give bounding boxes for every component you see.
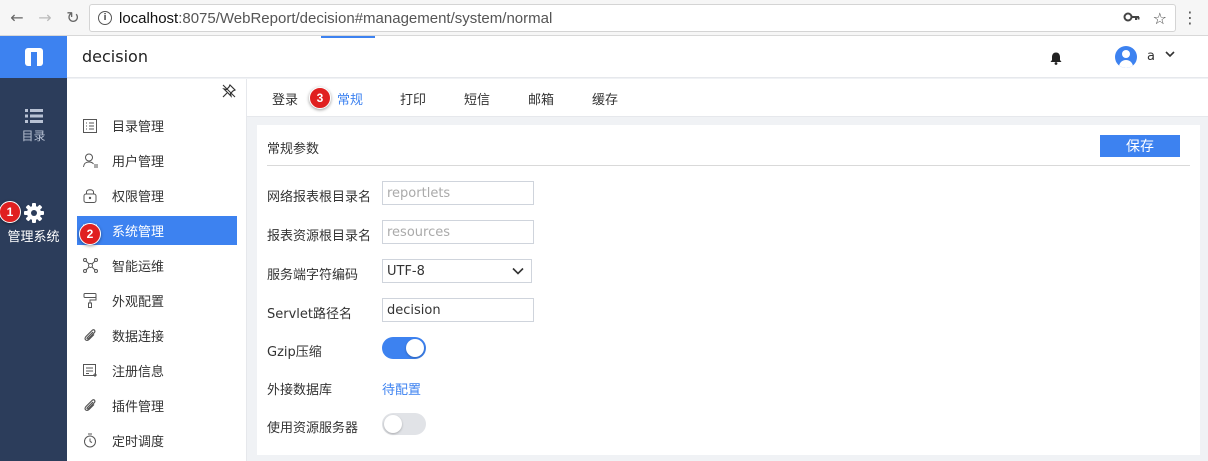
sidebar-item-data-connection[interactable]: 数据连接: [77, 321, 237, 350]
save-button[interactable]: 保存: [1100, 135, 1180, 157]
app-header: decision a: [67, 36, 1208, 78]
report-root-label: 网络报表根目录名: [267, 190, 372, 205]
sidebar-item-scheduling[interactable]: 定时调度: [77, 426, 237, 455]
paperclip-icon: [81, 327, 99, 345]
url-text: localhost:8075/WebReport/decision#manage…: [119, 9, 553, 27]
sidebar-item-registration[interactable]: 注册信息: [77, 356, 237, 385]
active-tab-indicator: [321, 36, 375, 38]
tab-sms[interactable]: 短信: [464, 89, 490, 108]
back-button[interactable]: ←: [6, 7, 28, 29]
bell-icon[interactable]: [1050, 52, 1062, 65]
key-icon[interactable]: [1123, 9, 1141, 29]
servlet-label: Servlet路径名: [267, 307, 352, 322]
settings-tabs: 登录 常规 打印 短信 邮箱 缓存: [247, 79, 1208, 117]
user-name[interactable]: a: [1147, 49, 1155, 64]
avatar[interactable]: [1115, 46, 1137, 68]
annotation-badge-3: 3: [309, 87, 331, 109]
list-icon: [24, 109, 43, 123]
network-icon: [81, 257, 99, 275]
tab-print[interactable]: 打印: [400, 89, 426, 108]
sidebar-item-directory[interactable]: 目录管理: [77, 111, 237, 140]
reload-button[interactable]: ↻: [62, 7, 84, 29]
sidebar-item-permissions[interactable]: 权限管理: [77, 181, 237, 210]
nav-item-directory[interactable]: 目录: [0, 108, 67, 144]
encoding-select[interactable]: UTF-8: [382, 259, 532, 283]
app-title: decision: [82, 47, 148, 66]
tab-login[interactable]: 登录: [272, 89, 298, 108]
resource-server-toggle[interactable]: [382, 413, 426, 435]
info-icon[interactable]: i: [98, 11, 112, 25]
servlet-input[interactable]: decision: [382, 298, 534, 322]
sidebar-item-plugins[interactable]: 插件管理: [77, 391, 237, 420]
directory-icon: [81, 117, 99, 135]
sidebar-item-users[interactable]: 用户管理: [77, 146, 237, 175]
divider: [267, 165, 1190, 166]
forward-button[interactable]: →: [34, 7, 56, 29]
chevron-down-icon: [512, 267, 524, 275]
resource-root-input[interactable]: resources: [382, 220, 534, 244]
annotation-badge-1: 1: [0, 201, 21, 223]
sidebar-item-ops[interactable]: 智能运维: [77, 251, 237, 280]
main-nav: 目录 管理系统: [0, 36, 67, 461]
external-db-config-link[interactable]: 待配置: [382, 379, 421, 398]
tab-cache[interactable]: 缓存: [592, 89, 618, 108]
management-sidebar: 目录管理 用户管理 权限管理 系统管理 智能运维 外观配置 数据连接 注册信息 …: [67, 79, 247, 461]
logo-icon: [24, 48, 43, 66]
annotation-badge-2: 2: [79, 223, 101, 245]
report-root-input[interactable]: reportlets: [382, 181, 534, 205]
tab-email[interactable]: 邮箱: [528, 89, 554, 108]
panel-title: 常规参数: [267, 142, 320, 157]
gzip-toggle[interactable]: [382, 337, 426, 359]
bookmark-star-icon[interactable]: ☆: [1153, 9, 1167, 29]
timer-icon: [81, 432, 99, 450]
gear-icon: [23, 203, 44, 223]
address-bar[interactable]: i localhost:8075/WebReport/decision#mana…: [89, 4, 1176, 32]
plugin-icon: [81, 397, 99, 415]
external-db-label: 外接数据库: [267, 383, 333, 398]
logo[interactable]: [0, 36, 67, 78]
general-settings-panel: 常规参数 保存 网络报表根目录名 reportlets 报表资源根目录名 res…: [257, 125, 1200, 455]
browser-menu-icon[interactable]: ⋮: [1182, 8, 1198, 27]
chevron-down-icon[interactable]: [1165, 48, 1175, 61]
encoding-label: 服务端字符编码: [267, 268, 359, 283]
resource-root-label: 报表资源根目录名: [267, 229, 372, 244]
tab-general[interactable]: 常规: [337, 89, 363, 108]
sidebar-item-appearance[interactable]: 外观配置: [77, 286, 237, 315]
browser-toolbar: ← → ↻ i localhost:8075/WebReport/decisio…: [0, 0, 1208, 36]
user-icon: [81, 152, 99, 170]
pin-icon[interactable]: [222, 84, 236, 98]
sidebar-item-system[interactable]: 系统管理: [77, 216, 237, 245]
paint-roller-icon: [81, 292, 99, 310]
resource-server-label: 使用资源服务器: [267, 421, 359, 436]
lock-icon: [81, 187, 99, 205]
register-icon: [81, 362, 99, 380]
gzip-label: Gzip压缩: [267, 345, 322, 360]
